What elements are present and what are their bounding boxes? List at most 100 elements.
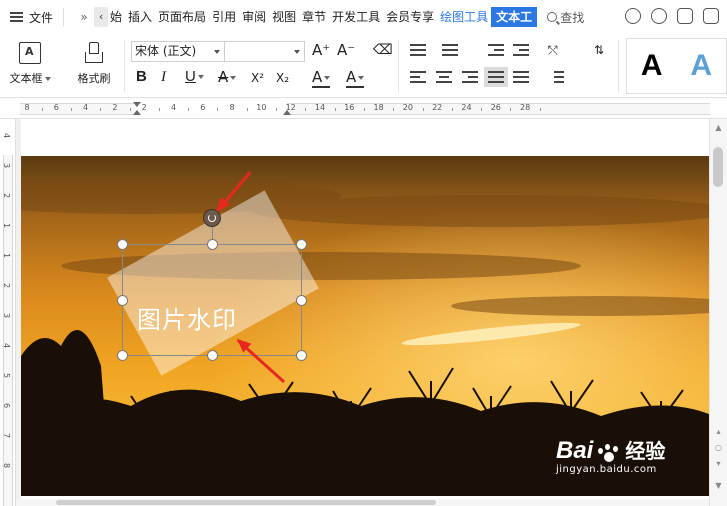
file-menu-label: 文件: [29, 10, 54, 25]
resize-handle-left[interactable]: [117, 295, 128, 306]
tab-text-tools[interactable]: 文本工: [491, 7, 538, 27]
resize-handle-bottom-left[interactable]: [117, 350, 128, 361]
more-tabs-chevron-icon[interactable]: »: [74, 10, 94, 24]
tab-review[interactable]: 审阅: [239, 7, 269, 27]
increase-indent-icon[interactable]: [513, 44, 529, 56]
textbox-button[interactable]: 文本框: [6, 40, 54, 86]
first-line-indent-marker[interactable]: [133, 102, 141, 107]
align-right-icon[interactable]: [462, 71, 478, 83]
line-spacing-icon[interactable]: [548, 71, 564, 83]
tab-insert[interactable]: 插入: [125, 7, 155, 27]
ruler-tick-label: 8: [229, 103, 235, 112]
tab-developer[interactable]: 开发工具: [329, 7, 383, 27]
selection-frame: [122, 244, 302, 356]
resize-handle-top-right[interactable]: [296, 239, 307, 250]
font-size-select[interactable]: [225, 41, 305, 62]
align-left-icon[interactable]: [410, 71, 426, 83]
tab-bar: 文件 » ‹ 始 插入 页面布局 引用 审阅 视图 章节 开发工具 会员专享 绘…: [0, 0, 727, 34]
format-painter-icon: [83, 42, 105, 64]
horizontal-scrollbar[interactable]: [16, 499, 709, 506]
tab-page-layout[interactable]: 页面布局: [155, 7, 209, 27]
vertical-ruler[interactable]: 4 3 2 1 1 2 3 4 5 6 7 8: [0, 119, 16, 506]
brand-right-text: 经验: [625, 439, 666, 463]
title-actions: [625, 8, 719, 24]
ruler-tick-label: 16: [344, 103, 355, 112]
tab-references[interactable]: 引用: [209, 7, 239, 27]
vertical-scroll-thumb[interactable]: [713, 147, 723, 187]
highlight-glyph: A: [312, 68, 323, 86]
resize-handle-bottom[interactable]: [207, 350, 218, 361]
strikethrough-glyph: A: [218, 68, 229, 86]
file-menu-button[interactable]: 文件: [0, 0, 53, 34]
tab-member[interactable]: 会员专享: [383, 7, 437, 27]
ruler-tick-mark: [363, 108, 365, 111]
font-color-glyph: A: [346, 68, 357, 86]
ruler-tick-label: 14: [314, 103, 326, 112]
share-user-icon[interactable]: [651, 8, 667, 24]
resize-handle-right[interactable]: [296, 295, 307, 306]
tab-view[interactable]: 视图: [269, 7, 299, 27]
tab-home[interactable]: 始: [110, 7, 125, 27]
strikethrough-button[interactable]: A: [218, 68, 237, 86]
underline-dropdown-icon: [197, 75, 204, 80]
numbered-list-icon[interactable]: [442, 44, 458, 56]
cloud-sync-icon[interactable]: [625, 8, 641, 24]
justify-icon[interactable]: [484, 67, 508, 87]
scroll-tabs-left-button[interactable]: ‹: [94, 7, 109, 27]
page-up-icon[interactable]: ▴: [714, 427, 723, 436]
ruler-tick-mark: [276, 108, 278, 111]
baidu-paw-logo-icon: [595, 443, 621, 466]
ruler-tick-label: 22: [432, 103, 443, 112]
scroll-down-arrow-icon[interactable]: ▼: [714, 481, 723, 490]
text-direction-icon[interactable]: ⤲: [548, 41, 558, 59]
grow-font-button[interactable]: A⁺: [312, 41, 330, 59]
distributed-align-icon[interactable]: [513, 71, 529, 83]
decrease-indent-icon[interactable]: [488, 44, 504, 56]
highlight-button[interactable]: A: [312, 68, 331, 88]
align-center-icon[interactable]: [436, 71, 452, 83]
horizontal-ruler[interactable]: 8 6 4 2 2 4 6 8 10 12 14 16 18 20 22 24 26 28: [0, 99, 727, 119]
ruler-tick-label: 4: [83, 103, 89, 112]
page-down-icon[interactable]: ▾: [714, 459, 723, 468]
search-box[interactable]: 查找: [547, 9, 584, 26]
tab-sections[interactable]: 章节: [299, 7, 329, 27]
text-style-blue[interactable]: A: [690, 49, 712, 83]
tab-drawing-tools[interactable]: 绘图工具: [437, 7, 491, 27]
right-indent-marker[interactable]: [283, 110, 291, 115]
select-browse-object-icon[interactable]: ○: [714, 443, 723, 452]
format-painter-button[interactable]: 格式刷: [70, 40, 118, 86]
format-painter-label: 格式刷: [77, 72, 111, 85]
ruler-tick-label: 8: [24, 103, 30, 112]
textbox-dropdown-icon: [44, 77, 51, 81]
vertical-ruler-tick-label: 1: [2, 222, 12, 229]
horizontal-scroll-thumb[interactable]: [56, 500, 436, 505]
underline-button[interactable]: U: [185, 68, 204, 86]
shrink-font-button[interactable]: A⁻: [337, 41, 355, 59]
tabbar-divider: [63, 8, 65, 26]
scroll-up-arrow-icon[interactable]: ▲: [714, 123, 723, 132]
italic-button[interactable]: I: [161, 68, 166, 86]
bullet-list-icon[interactable]: [410, 44, 426, 56]
ruler-tick-label: 2: [112, 103, 118, 112]
font-name-select[interactable]: 宋体 (正文): [131, 41, 225, 62]
export-icon[interactable]: [677, 8, 693, 24]
subscript-button[interactable]: X₂: [276, 69, 289, 87]
resize-handle-top[interactable]: [207, 239, 218, 250]
underline-glyph: U: [185, 68, 196, 85]
font-color-button[interactable]: A: [346, 68, 365, 88]
document-canvas[interactable]: 图片水印 Bai 经验 jingyan.baidu.com: [16, 119, 709, 506]
text-style-black[interactable]: A: [641, 49, 663, 83]
superscript-button[interactable]: X²: [251, 69, 264, 87]
ruler-tick-mark: [451, 108, 453, 111]
resize-handle-top-left[interactable]: [117, 239, 128, 250]
expand-icon[interactable]: [703, 8, 719, 24]
clear-format-eraser-icon[interactable]: ⌫: [373, 41, 393, 59]
ruler-tick-label: 20: [402, 103, 413, 112]
resize-handle-bottom-right[interactable]: [296, 350, 307, 361]
left-indent-marker[interactable]: [133, 110, 141, 115]
ruler-tick-mark: [158, 108, 160, 111]
vertical-scrollbar[interactable]: ▲ ▴ ○ ▾ ▼: [709, 119, 727, 506]
sort-icon[interactable]: ⇅: [594, 41, 604, 59]
highlight-dropdown-icon: [324, 75, 331, 80]
bold-button[interactable]: B: [136, 68, 147, 86]
